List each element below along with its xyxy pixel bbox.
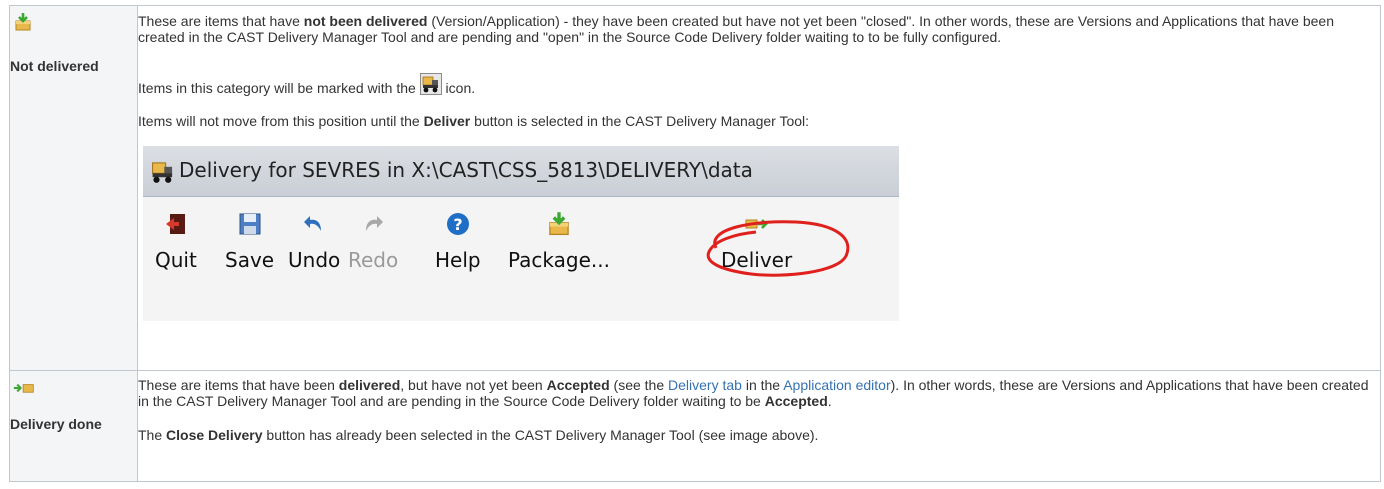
help-icon: ? [446, 213, 469, 235]
table-row: Delivery done These are items that have … [9, 370, 1381, 482]
label-cell: Not delivered [9, 5, 138, 371]
text: in the [741, 377, 784, 393]
delivery-manager-screenshot: Delivery for SEVRES in X:\CAST\CSS_5813\… [143, 146, 899, 321]
text: button has already been selected in the … [262, 427, 819, 443]
description-paragraph: These are items that have been delivered… [138, 377, 1380, 409]
text: button is selected in the CAST Delivery … [470, 113, 810, 129]
package-download-icon [15, 13, 31, 31]
text: Items in this category will be marked wi… [138, 80, 420, 96]
quit-button: Quit [155, 211, 197, 272]
window-titlebar: Delivery for SEVRES in X:\CAST\CSS_5813\… [143, 146, 899, 196]
bold-text: Accepted [764, 393, 828, 409]
save-button: Save [225, 211, 274, 272]
text: These are items that have [138, 13, 304, 29]
button-label: Package... [508, 248, 610, 272]
delivery-truck-icon [152, 162, 173, 183]
help-button: ? Help [435, 211, 481, 272]
description-paragraph: Items in this category will be marked wi… [138, 73, 1380, 96]
button-label: Help [435, 248, 481, 272]
text: . [827, 393, 832, 409]
package-button: Package... [508, 211, 610, 272]
delivery-done-icon [13, 383, 34, 393]
bold-text: Accepted [546, 377, 610, 393]
undo-icon [304, 216, 322, 231]
description-paragraph: These are items that have not been deliv… [138, 13, 1380, 45]
bold-text: delivered [338, 377, 401, 393]
text: The [138, 427, 167, 443]
label-cell: Delivery done [9, 370, 138, 482]
bold-text: not been delivered [303, 13, 428, 29]
application-editor-link[interactable]: Application editor [783, 377, 890, 393]
description-paragraph: Items will not move from this position u… [138, 113, 1380, 129]
svg-text:?: ? [453, 215, 462, 234]
button-label: Save [225, 248, 275, 272]
save-icon [239, 213, 261, 235]
description-cell: These are items that have been delivered… [137, 370, 1381, 482]
redo-button: Redo [348, 211, 398, 272]
text: , but have not yet been [400, 377, 547, 393]
package-icon [549, 212, 569, 236]
undo-button: Undo [288, 211, 340, 272]
highlight-oval [706, 220, 850, 277]
button-label: Undo [288, 248, 341, 272]
redo-icon [366, 216, 384, 231]
text: (see the [609, 377, 669, 393]
button-label: Redo [348, 248, 399, 272]
text: Items will not move from this position u… [138, 113, 424, 129]
table-row: Not delivered These are items that have … [9, 5, 1381, 371]
category-label: Not delivered [10, 58, 99, 74]
text: icon. [441, 80, 476, 96]
status-table: Not delivered These are items that have … [9, 5, 1381, 482]
description-paragraph: The Close Delivery button has already be… [138, 427, 1380, 443]
quit-icon [165, 214, 185, 234]
bold-text: Close Delivery [166, 427, 263, 443]
description-cell: These are items that have not been deliv… [137, 5, 1381, 371]
window-title: Delivery for SEVRES in X:\CAST\CSS_5813\… [179, 158, 753, 182]
delivery-truck-icon [419, 73, 442, 95]
bold-text: Deliver [423, 113, 471, 129]
text: These are items that have been [138, 377, 339, 393]
delivery-tab-link[interactable]: Delivery tab [668, 377, 742, 393]
button-label: Quit [155, 248, 197, 272]
category-label: Delivery done [10, 416, 102, 432]
